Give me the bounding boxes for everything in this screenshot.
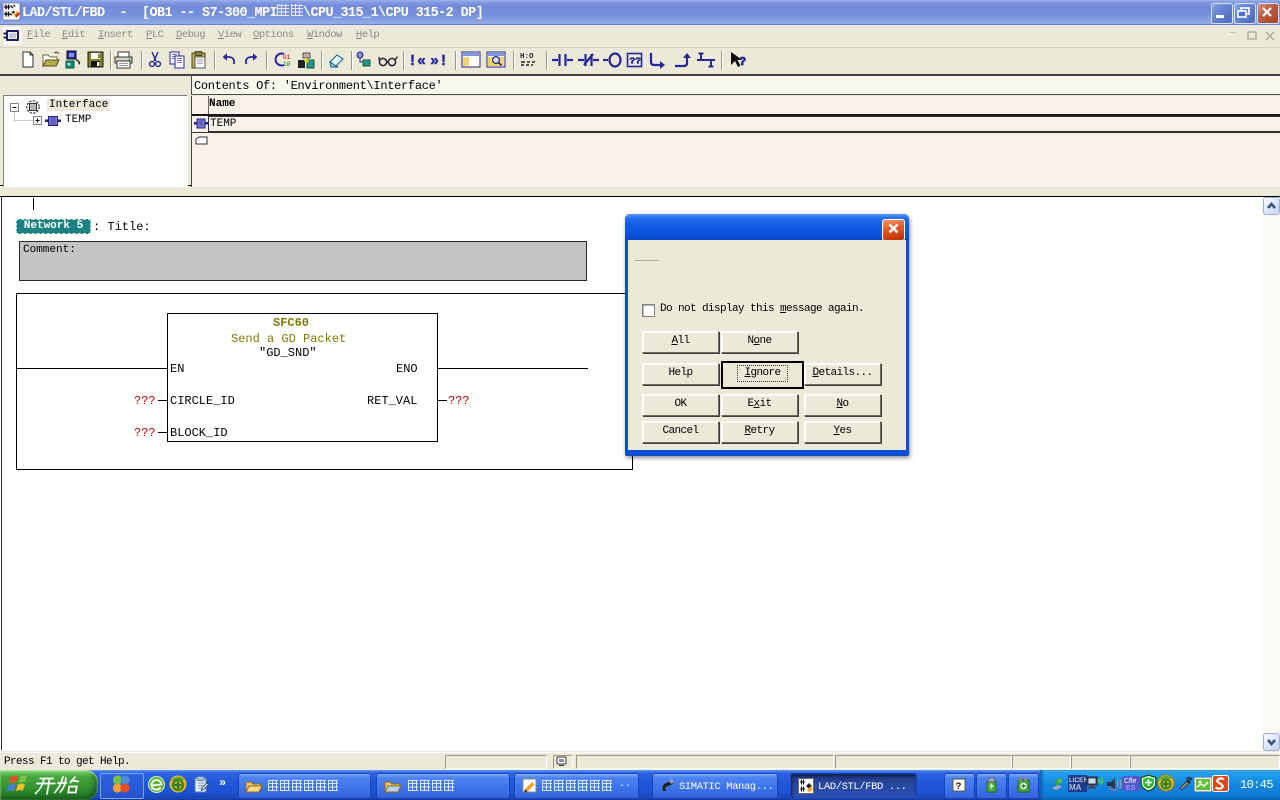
svg-text:H:O: H:O	[520, 53, 534, 61]
svg-text:?: ?	[956, 782, 962, 793]
svg-text:01: 01	[283, 54, 291, 61]
svg-text:10: 10	[283, 61, 291, 68]
svg-text:?: ?	[739, 55, 746, 69]
svg-text:Cfle: Cfle	[1124, 778, 1137, 785]
svg-text:??: ??	[630, 56, 642, 67]
svg-text:!«: !«	[408, 53, 426, 70]
svg-text:ES: ES	[1126, 785, 1136, 792]
svg-text:»!: »!	[430, 53, 448, 70]
svg-text:MA: MA	[1069, 783, 1082, 792]
